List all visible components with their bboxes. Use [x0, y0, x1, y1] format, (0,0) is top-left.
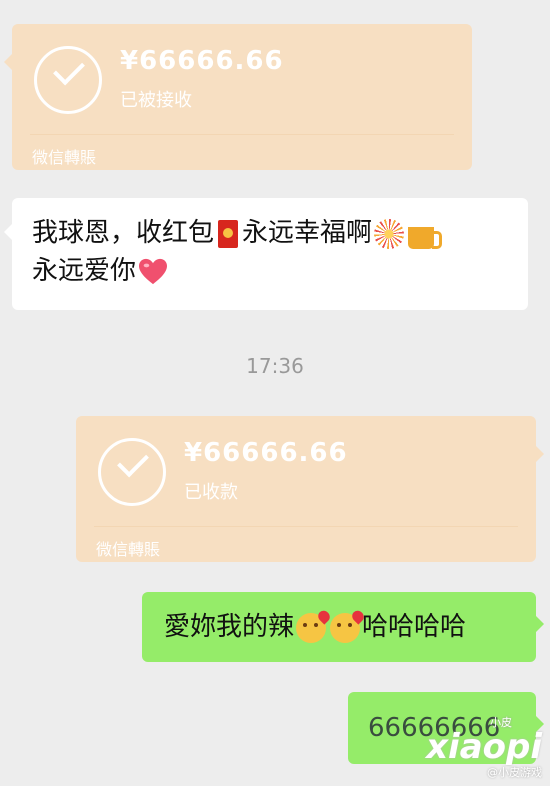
transfer-footer: 微信轉賬 — [32, 148, 97, 167]
beer-icon — [408, 218, 443, 249]
bubble-tail — [4, 54, 12, 70]
heart-icon — [139, 258, 168, 284]
message-text: 永远爱你 — [32, 256, 137, 286]
message-text: 我球恩，收红包 — [32, 218, 215, 248]
check-circle-icon — [98, 438, 166, 506]
watermark-logo: xiaopi — [426, 727, 542, 767]
message-text: 愛妳我的辣 — [164, 612, 295, 642]
kiss-face-icon — [330, 612, 361, 643]
transfer-status: 已收款 — [184, 482, 238, 503]
transfer-amount: ¥66666.66 — [120, 46, 284, 76]
message-text: 哈哈哈哈 — [362, 612, 467, 642]
divider — [94, 526, 518, 527]
received-message[interactable]: 我球恩，收红包 永远幸福啊 永远爱你 — [4, 198, 528, 310]
transfer-status: 已被接收 — [120, 90, 192, 111]
transfer-amount: ¥66666.66 — [184, 438, 348, 468]
red-envelope-icon — [218, 219, 239, 248]
transfer-card-sent[interactable]: ¥66666.66 已收款 微信轉賬 — [76, 416, 544, 562]
chat-timestamp: 17:36 — [246, 354, 304, 378]
message-line-1: 我球恩，收红包 永远幸福啊 — [32, 214, 508, 252]
message-text: 永远幸福啊 — [242, 218, 373, 248]
transfer-card-received[interactable]: ¥66666.66 已被接收 微信轉賬 — [4, 24, 472, 170]
kiss-face-icon — [296, 612, 327, 643]
message-line-2: 永远爱你 — [32, 252, 508, 290]
divider — [30, 134, 454, 135]
sent-message[interactable]: 愛妳我的辣 哈哈哈哈 — [142, 592, 544, 662]
bubble-tail — [4, 224, 12, 240]
bubble-tail — [536, 616, 544, 632]
bubble-tail — [536, 446, 544, 462]
transfer-footer: 微信轉賬 — [96, 540, 161, 559]
fireworks-icon — [374, 218, 405, 249]
watermark: 小皮 xiaopi @小皮游戏 — [426, 714, 542, 780]
check-circle-icon — [34, 46, 102, 114]
